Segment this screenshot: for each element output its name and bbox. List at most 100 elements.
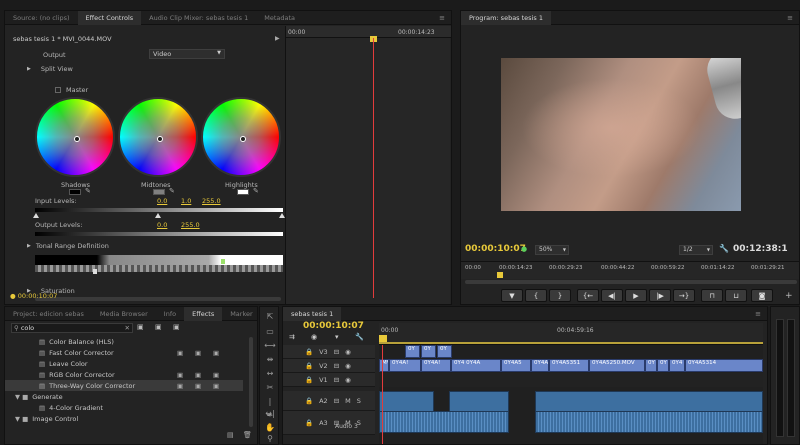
go-to-in-button[interactable]: {← — [577, 289, 599, 302]
tab-marker[interactable]: Marker — [222, 307, 257, 321]
program-ruler[interactable]: 00:00 00:00:14:23 00:00:29:23 00:00:44:2… — [461, 261, 799, 279]
lock-icon[interactable]: 🔒 — [305, 348, 313, 356]
add-marker-icon[interactable]: ▾ — [335, 333, 339, 341]
input-level-gray[interactable]: 1.0 — [181, 197, 191, 205]
output-select[interactable]: Video ▼ — [149, 49, 225, 59]
tab-metadata[interactable]: Metadata — [256, 11, 303, 25]
timeline-timecode[interactable]: 00:00:10:07 — [303, 321, 364, 331]
video-clip[interactable]: 0Y — [421, 345, 436, 358]
audio-clip[interactable] — [379, 411, 509, 433]
audio-clip[interactable] — [379, 391, 434, 413]
step-forward-button[interactable]: |▶ — [649, 289, 671, 302]
mark-in-button[interactable]: { — [525, 289, 547, 302]
eye-icon[interactable]: ◉ — [345, 376, 351, 384]
linked-selection-icon[interactable]: ◉ — [311, 333, 317, 341]
tab-project[interactable]: Project: edicion sebas — [5, 307, 92, 321]
tab-effects[interactable]: Effects — [184, 307, 223, 321]
sync-icon[interactable]: ⊟ — [334, 376, 339, 384]
video-clip[interactable]: 0Y — [405, 345, 420, 358]
add-icon[interactable]: + — [785, 291, 793, 301]
new-folder-icon[interactable]: ▤ — [227, 431, 234, 439]
panel-menu-icon[interactable]: ≡ — [755, 310, 761, 318]
input-level-white[interactable]: 255.0 — [202, 197, 221, 205]
tonal-range-bar[interactable] — [35, 255, 283, 265]
video-clip[interactable]: 0Y4 0Y4A — [451, 359, 501, 372]
highlights-wheel-handle[interactable] — [240, 136, 246, 142]
expand-arrow-icon[interactable]: ▶ — [275, 35, 280, 42]
play-button[interactable]: ▶ — [625, 289, 647, 302]
razor-tool-icon[interactable]: ✂ — [264, 382, 276, 394]
tab-audio-clip-mixer[interactable]: Audio Clip Mixer: sebas tesis 1 — [141, 11, 256, 25]
program-scrollbar[interactable] — [465, 280, 797, 284]
tab-program[interactable]: Program: sebas tesis 1 — [461, 11, 551, 25]
delete-icon[interactable]: 🗑 — [243, 431, 252, 439]
zoom-select[interactable]: 50% ▼ — [535, 245, 569, 255]
yuv-filter-icon[interactable]: ▣ — [173, 323, 180, 331]
disclosure-arrow-icon[interactable]: ▶ — [27, 243, 31, 249]
sync-icon[interactable]: ⊟ — [334, 348, 339, 356]
disclosure-arrow-icon[interactable]: ▶ — [27, 66, 31, 72]
highlights-swatch[interactable] — [237, 189, 249, 195]
highlights-wheel[interactable] — [201, 97, 281, 177]
input-levels-slider[interactable] — [35, 208, 283, 212]
32bit-filter-icon[interactable]: ▣ — [155, 323, 162, 331]
audio-clip[interactable] — [535, 411, 763, 433]
marker-button[interactable]: ▼ — [501, 289, 523, 302]
slip-tool-icon[interactable]: |↔| — [264, 396, 276, 418]
video-clip[interactable]: 0Y4A — [531, 359, 549, 372]
video-clip[interactable]: 0Y4A5 — [501, 359, 531, 372]
lock-icon[interactable]: 🔒 — [305, 362, 313, 370]
pen-tool-icon[interactable]: ✒ — [264, 410, 276, 422]
shadows-wheel-handle[interactable] — [74, 136, 80, 142]
lift-button[interactable]: ⊓ — [701, 289, 723, 302]
lock-icon[interactable]: 🔒 — [305, 376, 313, 384]
accelerated-filter-icon[interactable]: ▣ — [137, 323, 144, 331]
track-select-tool-icon[interactable]: ▭ — [264, 326, 276, 338]
mark-out-button[interactable]: } — [549, 289, 571, 302]
resolution-select[interactable]: 1/2 ▼ — [679, 245, 713, 255]
input-black-handle[interactable] — [33, 213, 39, 218]
lock-icon[interactable]: 🔒 — [305, 419, 313, 427]
wrench-icon[interactable]: 🔧 — [355, 333, 364, 341]
selection-tool-icon[interactable]: ⇱ — [264, 311, 276, 323]
tab-sequence[interactable]: sebas tesis 1 — [283, 307, 342, 321]
ec-timecode[interactable]: ● 00:00:10:07 — [10, 292, 57, 300]
lock-icon[interactable]: 🔒 — [305, 397, 313, 405]
tonal-handle-shadow[interactable] — [93, 269, 97, 274]
input-gray-handle[interactable] — [155, 213, 161, 218]
effect-item[interactable]: ▤ Three-Way Color Corrector ▣ ▣ ▣ — [5, 380, 243, 391]
zoom-tool-icon[interactable]: ⚲ — [264, 433, 276, 444]
clear-icon[interactable]: ✕ — [125, 324, 130, 332]
split-view-row[interactable]: ▶ Split View — [27, 63, 73, 74]
midtones-wheel-handle[interactable] — [157, 136, 163, 142]
eyedropper-icon[interactable]: ✎ — [253, 187, 259, 195]
video-clip[interactable]: 0Y4A5250.MOV — [589, 359, 645, 372]
audio-clip[interactable] — [449, 391, 509, 413]
effect-item[interactable]: ▤ Leave Color — [5, 358, 243, 369]
ripple-edit-tool-icon[interactable]: ⟷ — [264, 340, 276, 352]
tab-media-browser[interactable]: Media Browser — [92, 307, 156, 321]
eye-icon[interactable]: ◉ — [345, 362, 351, 370]
eye-icon[interactable]: ◉ — [345, 348, 351, 356]
video-clip[interactable]: 0Y4A5314 — [685, 359, 763, 372]
video-clip[interactable]: 0Y — [657, 359, 669, 372]
midtones-swatch[interactable] — [153, 189, 165, 195]
output-levels-slider[interactable] — [35, 232, 283, 236]
video-clip[interactable]: 0Y4A! — [421, 359, 451, 372]
program-timecode[interactable]: 00:00:10:07 — [465, 244, 526, 254]
video-clip[interactable]: 0Y4A5351 — [549, 359, 589, 372]
ec-scrollbar[interactable] — [35, 297, 281, 301]
program-playhead[interactable] — [497, 272, 503, 278]
eyedropper-icon[interactable]: ✎ — [85, 187, 91, 195]
video-clip[interactable]: MV — [379, 359, 389, 372]
rolling-edit-tool-icon[interactable]: ⇹ — [264, 354, 276, 366]
mute-button[interactable]: M — [345, 397, 351, 405]
master-checkbox[interactable] — [55, 86, 61, 93]
panel-menu-icon[interactable]: ≡ — [787, 14, 793, 22]
tonal-handle-highlight[interactable] — [221, 259, 225, 264]
shadows-swatch[interactable] — [69, 189, 81, 195]
midtones-wheel[interactable] — [118, 97, 198, 177]
effects-search[interactable]: ⚲ colo ✕ — [11, 323, 133, 333]
tab-effect-controls[interactable]: Effect Controls — [77, 11, 142, 25]
timeline-ruler[interactable]: 00:00 00:04:59:16 — [379, 323, 763, 345]
